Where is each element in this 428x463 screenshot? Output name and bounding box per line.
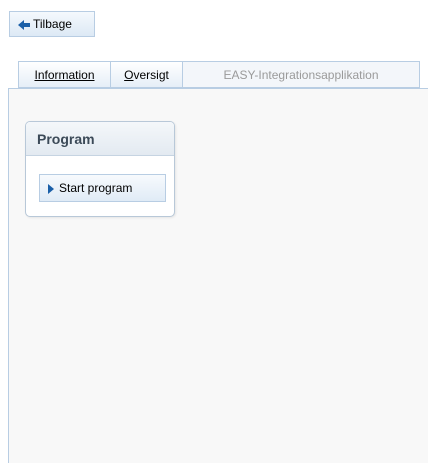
program-panel: Program Start program [25, 121, 175, 217]
start-program-button[interactable]: Start program [39, 174, 166, 202]
back-button[interactable]: Tilbage [9, 11, 95, 37]
tab-oversigt-rest: versigt [133, 67, 169, 82]
back-button-label: Tilbage [33, 17, 72, 31]
arrow-left-icon [18, 19, 30, 30]
tab-oversigt-mnemonic: O [124, 67, 134, 82]
play-triangle-icon [48, 183, 54, 194]
tab-easy-label: EASY-Integrationsapplikation [223, 67, 379, 82]
app-window: Tilbage Information Oversigt EASY-Integr… [0, 0, 428, 463]
program-panel-title: Program [26, 122, 174, 156]
tab-oversigt-label: Oversigt [124, 68, 169, 82]
start-program-label: Start program [59, 181, 133, 195]
tab-oversigt[interactable]: Oversigt [110, 61, 182, 88]
tab-easy-integrationsapplikation: EASY-Integrationsapplikation [182, 61, 420, 88]
tab-bar: Information Oversigt EASY-Integrationsap… [18, 61, 420, 88]
tab-information-label: Information [34, 67, 95, 82]
tab-information[interactable]: Information [18, 61, 110, 88]
